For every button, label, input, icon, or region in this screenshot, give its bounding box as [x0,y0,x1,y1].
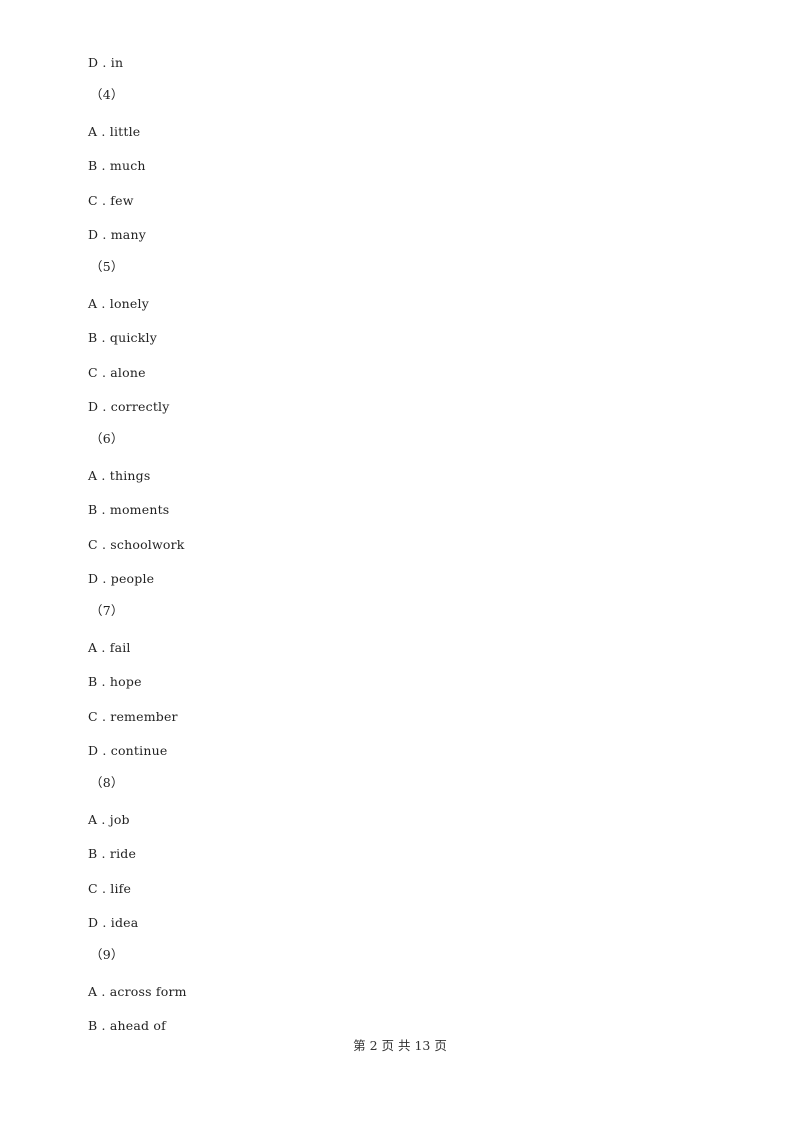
answer-option: B . much [88,158,146,173]
answer-option: A . things [88,468,151,483]
answer-option: B . ahead of [88,1018,166,1033]
answer-option: A . lonely [88,296,149,311]
answer-option: B . hope [88,674,142,689]
answer-option: A . across form [88,984,187,999]
answer-option: D . correctly [88,399,170,414]
answer-option: A . fail [88,640,131,655]
answer-option: B . quickly [88,330,157,345]
answer-option: C . life [88,881,132,896]
answer-option: D . continue [88,743,168,758]
question-number: （9） [90,947,124,962]
question-number: （4） [90,87,124,102]
page-footer: 第 2 页 共 13 页 [353,1038,447,1053]
answer-option: D . idea [88,915,139,930]
question-number: （8） [90,775,124,790]
answer-option: C . schoolwork [88,537,185,552]
question-number: （6） [90,431,124,446]
answer-option: C . few [88,193,134,208]
answer-option: D . people [88,571,155,586]
answer-option: B . ride [88,846,137,861]
answer-option: A . job [88,812,130,827]
answer-option: D . in [88,55,124,70]
answer-option: B . moments [88,502,170,517]
answer-option: D . many [88,227,146,242]
answer-option: A . little [88,124,141,139]
question-number: （5） [90,259,124,274]
question-number: （7） [90,603,124,618]
answer-option: C . remember [88,709,178,724]
answer-option: C . alone [88,365,146,380]
